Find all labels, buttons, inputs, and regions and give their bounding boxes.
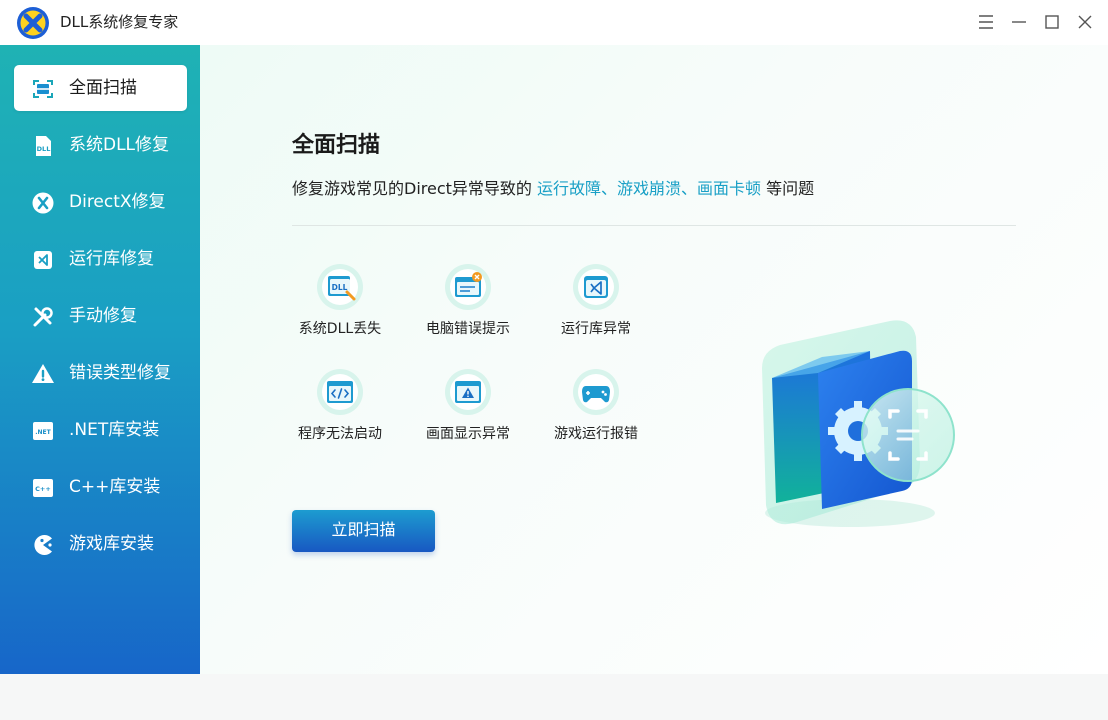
sidebar-item-dotnet[interactable]: .NET .NET库安装 xyxy=(14,407,187,453)
svg-text:DLL: DLL xyxy=(332,283,348,292)
page-description: 修复游戏常见的Direct异常导致的 运行故障、游戏崩溃、画面卡顿 等问题 xyxy=(292,178,814,200)
feature-pc-error: 电脑错误提示 xyxy=(408,263,528,353)
scan-now-button[interactable]: 立即扫描 xyxy=(292,510,435,552)
sidebar-item-label: C++库安装 xyxy=(69,477,161,497)
page-title: 全面扫描 xyxy=(292,133,381,158)
directx-icon xyxy=(31,191,55,215)
error-window-icon xyxy=(444,263,492,311)
sidebar-item-label: 运行库修复 xyxy=(69,249,154,269)
svg-text:C++: C++ xyxy=(35,485,51,493)
sidebar-item-label: 游戏库安装 xyxy=(69,534,154,554)
sidebar-item-manual-repair[interactable]: 手动修复 xyxy=(14,293,187,339)
app-title: DLL系统修复专家 xyxy=(60,13,179,31)
menu-button[interactable] xyxy=(974,10,998,34)
visual-studio-icon xyxy=(31,248,55,272)
sidebar-item-full-scan[interactable]: 全面扫描 xyxy=(14,65,187,111)
status-bar xyxy=(0,674,1108,720)
maximize-button[interactable] xyxy=(1040,10,1064,34)
minimize-button[interactable] xyxy=(1007,10,1031,34)
sidebar-item-label: 手动修复 xyxy=(69,306,137,326)
sidebar-item-error-type[interactable]: 错误类型修复 xyxy=(14,350,187,396)
sidebar-item-runtime[interactable]: 运行库修复 xyxy=(14,236,187,282)
sidebar-item-label: 系统DLL修复 xyxy=(69,135,170,155)
dll-file-icon: DLL xyxy=(31,134,55,158)
feature-display-error: 画面显示异常 xyxy=(408,368,528,458)
svg-text:.NET: .NET xyxy=(35,429,51,436)
feature-label: 画面显示异常 xyxy=(426,426,510,442)
close-button[interactable] xyxy=(1073,10,1097,34)
sidebar-item-game-lib[interactable]: 游戏库安装 xyxy=(14,521,187,567)
sidebar-item-label: 错误类型修复 xyxy=(69,363,171,383)
sidebar: 全面扫描 DLL 系统DLL修复 DirectX修复 运行库修复 手动修复 错误… xyxy=(0,45,200,674)
code-window-icon xyxy=(316,368,364,416)
tools-icon xyxy=(31,305,55,329)
main-panel: 全面扫描 修复游戏常见的Direct异常导致的 运行故障、游戏崩溃、画面卡顿 等… xyxy=(200,45,1108,674)
cpp-icon: C++ xyxy=(31,476,55,500)
display-warning-icon xyxy=(444,368,492,416)
runtime-error-icon xyxy=(572,263,620,311)
description-highlight: 运行故障、游戏崩溃、画面卡顿 xyxy=(537,179,762,198)
feature-dll-missing: DLL 系统DLL丢失 xyxy=(280,263,400,353)
sidebar-item-label: .NET库安装 xyxy=(69,420,160,440)
feature-program-wont-start: 程序无法启动 xyxy=(280,368,400,458)
hamburger-icon xyxy=(979,15,993,29)
description-prefix: 修复游戏常见的Direct异常导致的 xyxy=(292,179,537,198)
divider xyxy=(292,225,1016,226)
feature-runtime-error: 运行库异常 xyxy=(536,263,656,353)
app-logo-icon xyxy=(16,6,50,40)
dll-missing-icon: DLL xyxy=(316,263,364,311)
feature-label: 程序无法启动 xyxy=(298,426,382,442)
sidebar-item-cpp[interactable]: C++ C++库安装 xyxy=(14,464,187,510)
sidebar-item-label: 全面扫描 xyxy=(69,78,137,98)
scan-icon xyxy=(31,77,55,101)
description-suffix: 等问题 xyxy=(761,179,815,198)
title-bar: DLL系统修复专家 xyxy=(0,0,1108,45)
warning-icon xyxy=(31,362,55,386)
sidebar-item-dll-repair[interactable]: DLL 系统DLL修复 xyxy=(14,122,187,168)
feature-label: 系统DLL丢失 xyxy=(298,321,382,337)
dotnet-icon: .NET xyxy=(31,419,55,443)
feature-label: 运行库异常 xyxy=(561,321,631,337)
sidebar-item-label: DirectX修复 xyxy=(69,192,166,212)
pacman-icon xyxy=(31,533,55,557)
feature-label: 电脑错误提示 xyxy=(426,321,510,337)
feature-game-error: 游戏运行报错 xyxy=(536,368,656,458)
scan-gear-illustration xyxy=(740,313,970,533)
gamepad-icon xyxy=(572,368,620,416)
minus-icon xyxy=(1012,21,1026,23)
svg-text:DLL: DLL xyxy=(37,145,51,153)
feature-label: 游戏运行报错 xyxy=(554,426,638,442)
sidebar-item-directx[interactable]: DirectX修复 xyxy=(14,179,187,225)
close-icon xyxy=(1078,15,1092,29)
square-icon xyxy=(1045,15,1059,29)
